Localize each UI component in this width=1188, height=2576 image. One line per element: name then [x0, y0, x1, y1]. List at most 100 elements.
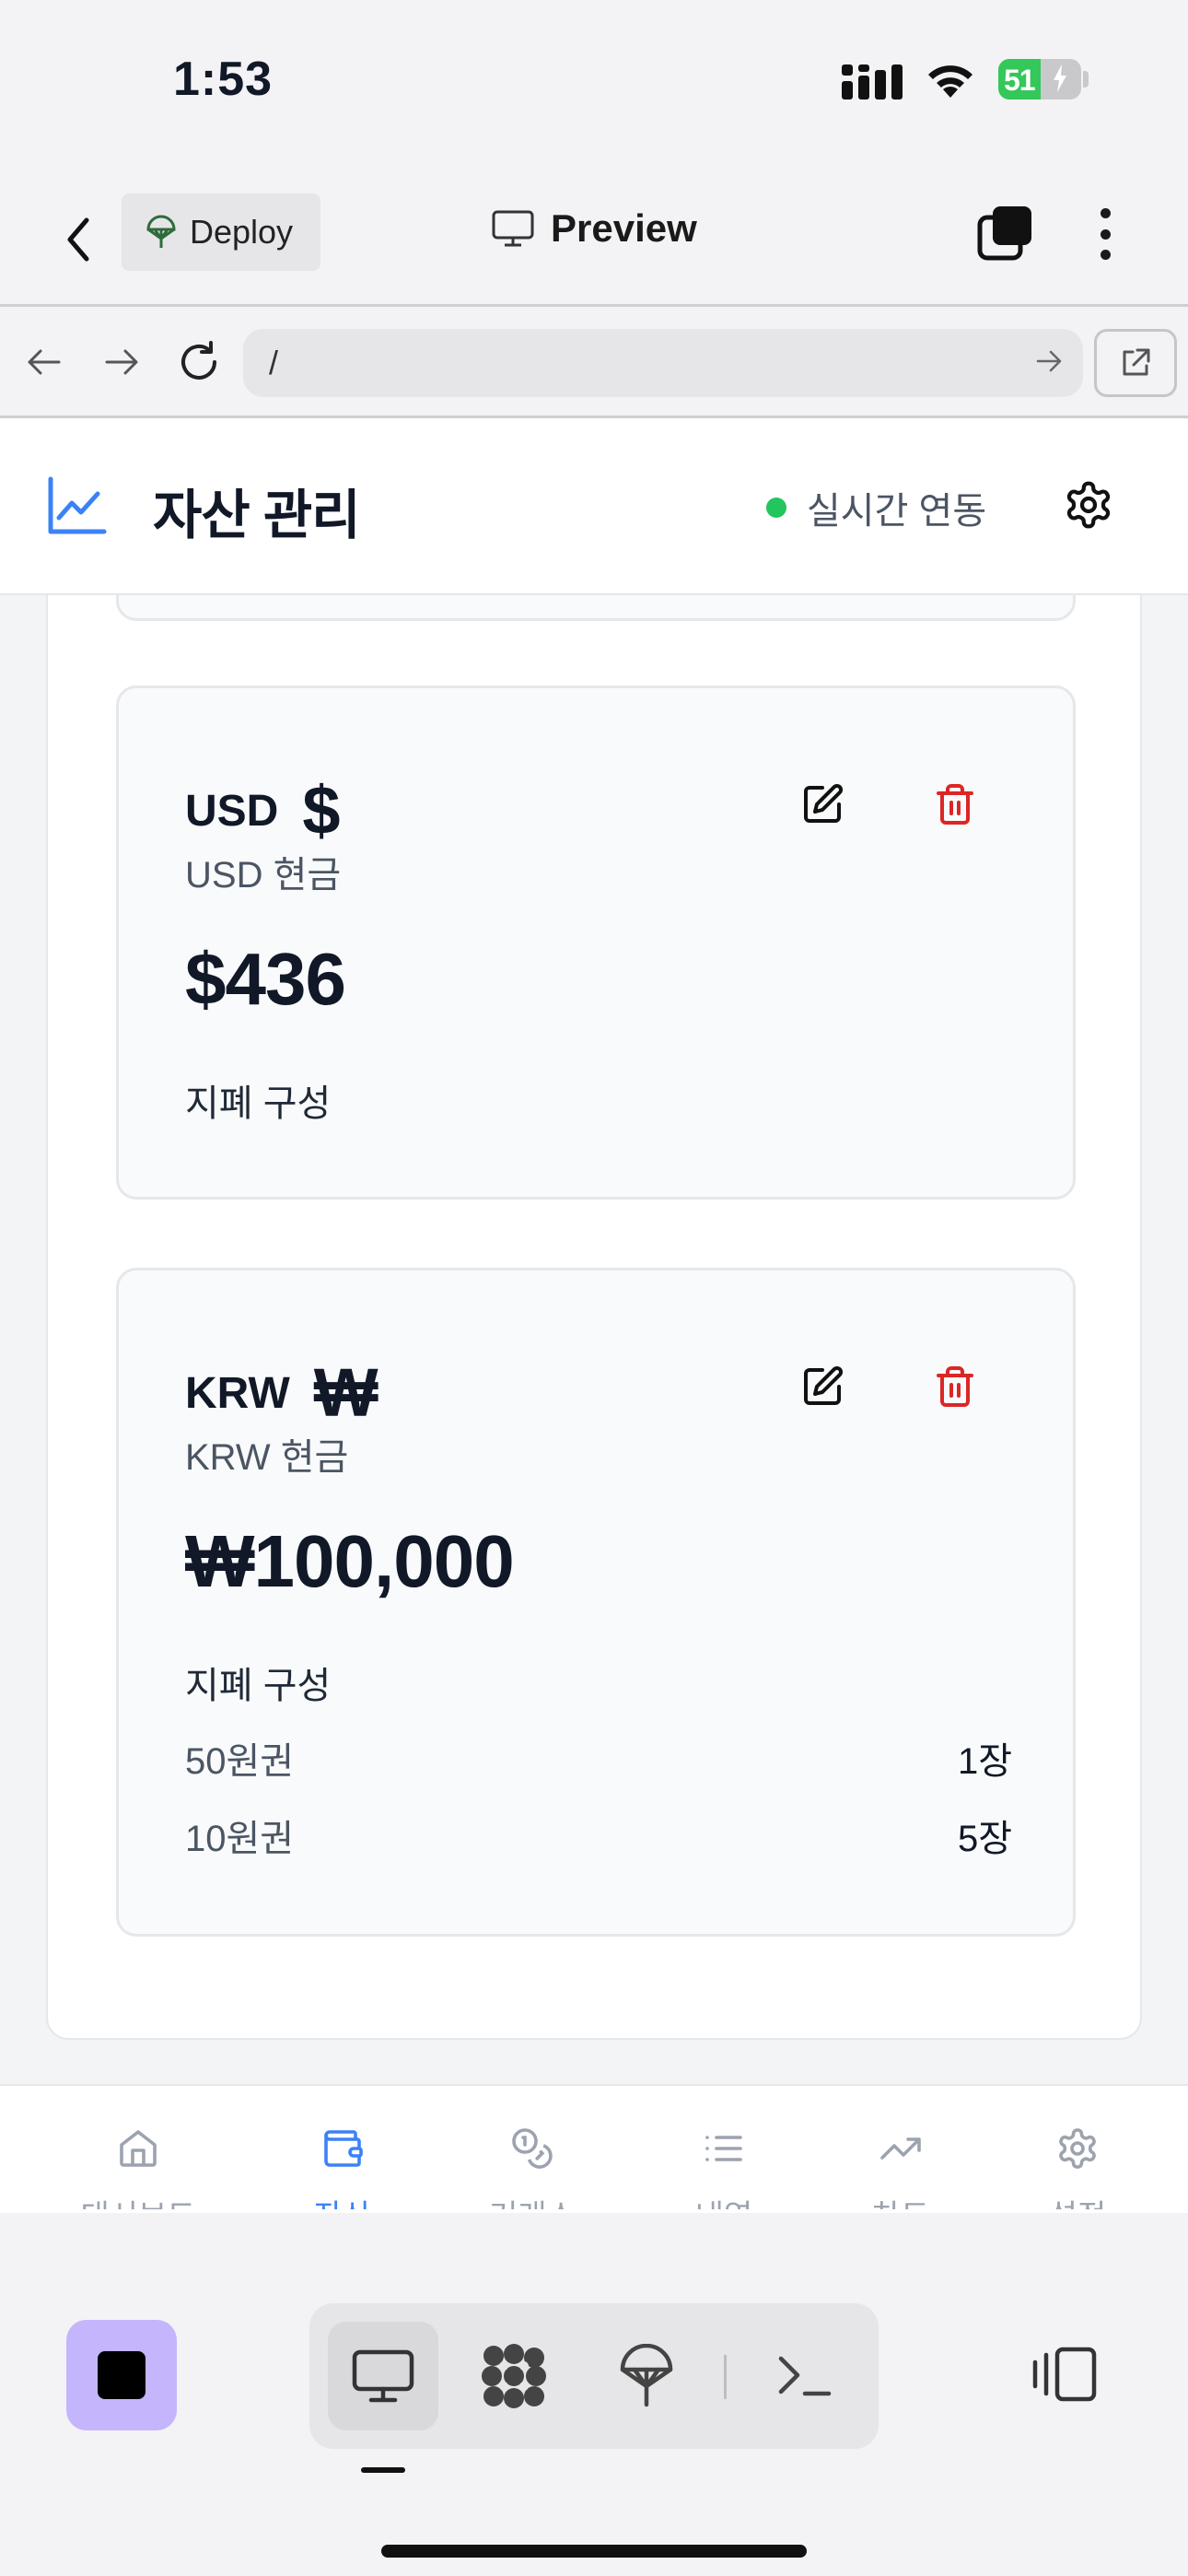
monitor-icon — [352, 2349, 414, 2403]
gear-icon — [1059, 2128, 1096, 2169]
nav-label: 대시보드 — [80, 2191, 195, 2209]
nav-item-exchange[interactable]: 거래소 — [477, 2126, 588, 2209]
nav-label: 설정 — [1049, 2191, 1107, 2209]
bill-composition-label: 지폐 구성 — [185, 1083, 332, 1124]
back-button[interactable] — [55, 214, 101, 265]
monitor-icon — [492, 210, 534, 247]
gear-icon — [1066, 481, 1111, 529]
sparkle-blob-icon — [482, 2344, 546, 2408]
currency-code: USD — [185, 786, 279, 836]
home-icon — [120, 2130, 157, 2167]
home-indicator — [381, 2545, 807, 2558]
status-time: 1:53 — [173, 53, 274, 106]
card-currency: KRW ₩ — [185, 1359, 379, 1427]
browser-back-button[interactable] — [17, 334, 72, 390]
status-bar: 1:53 51 — [0, 0, 1188, 166]
denomination-count: 5장 — [957, 1819, 1012, 1859]
nav-item-dashboard[interactable]: 대시보드 — [80, 2126, 196, 2209]
denomination-name: 10원권 — [185, 1819, 295, 1859]
more-dot-icon — [1100, 228, 1111, 240]
site-title: 자산 관리 — [153, 486, 361, 545]
delete-button[interactable] — [933, 782, 977, 826]
nav-item-assets[interactable]: 자산 — [287, 2126, 398, 2209]
delete-button[interactable] — [933, 1364, 977, 1409]
wifi-icon — [923, 59, 978, 100]
more-dot-icon — [1100, 208, 1111, 218]
chevron-left-icon — [67, 217, 89, 262]
assets-content: USD $ USD 현금 $436 지폐 구성 KRW ₩ KRW 현금 ₩10… — [0, 595, 1188, 2084]
reload-button[interactable] — [171, 334, 227, 390]
app-header: Deploy Preview — [0, 175, 1188, 304]
stop-icon — [98, 2351, 146, 2399]
trending-up-icon — [880, 2137, 921, 2160]
nav-label: 차트 — [872, 2191, 930, 2209]
coins-icon — [512, 2128, 553, 2169]
denomination-row: 50원권 1장 — [185, 1731, 1012, 1785]
more-dot-icon — [1100, 250, 1111, 260]
open-external-button[interactable] — [1094, 329, 1177, 397]
assets-panel: USD $ USD 현금 $436 지폐 구성 KRW ₩ KRW 현금 ₩10… — [46, 595, 1142, 2040]
arrow-left-icon — [28, 349, 61, 375]
settings-button[interactable] — [1063, 479, 1114, 531]
charging-bolt-icon — [1054, 64, 1066, 92]
edit-icon — [804, 783, 844, 823]
deploy-icon — [146, 215, 176, 248]
preview-label: Preview — [551, 206, 697, 250]
cellular-signal-icon — [842, 64, 910, 100]
list-icon — [705, 2136, 742, 2161]
tabs-button[interactable] — [976, 205, 1035, 263]
edit-button[interactable] — [800, 1364, 844, 1409]
wallet-icon — [324, 2130, 363, 2167]
nav-label: 내역 — [695, 2191, 753, 2209]
browser-forward-button[interactable] — [94, 334, 149, 390]
nav-item-chart[interactable]: 차트 — [845, 2126, 956, 2209]
arrow-right-icon — [105, 349, 138, 375]
bottom-dock — [0, 2259, 1188, 2576]
asset-card — [116, 595, 1076, 621]
url-input[interactable]: / — [243, 329, 1083, 397]
nav-label: 거래소 — [489, 2191, 576, 2209]
browser-bar: / — [0, 304, 1188, 418]
chart-line-logo-icon — [48, 476, 107, 534]
live-status: 실시간 연동 — [766, 481, 986, 534]
dock-terminal-button[interactable] — [750, 2322, 860, 2430]
reload-icon — [181, 341, 216, 380]
live-status-label: 실시간 연동 — [807, 491, 987, 532]
preview-title: Preview — [492, 206, 697, 251]
go-arrow-icon[interactable] — [1035, 347, 1063, 375]
deploy-button[interactable]: Deploy — [122, 193, 320, 271]
denomination-count: 1장 — [957, 1741, 1012, 1782]
currency-symbol: ₩ — [313, 1354, 379, 1431]
card-amount: $436 — [185, 938, 346, 1020]
card-subtitle: KRW 현금 — [185, 1437, 349, 1478]
tabs-icon — [977, 206, 1031, 261]
panel-toggle-button[interactable] — [1031, 2346, 1098, 2403]
deploy-icon — [620, 2344, 673, 2407]
deploy-label: Deploy — [190, 213, 294, 251]
nav-item-settings[interactable]: 설정 — [1022, 2126, 1133, 2209]
currency-symbol: $ — [302, 772, 341, 849]
asset-card-krw: KRW ₩ KRW 현금 ₩100,000 지폐 구성 50원권 1장 10원권… — [116, 1268, 1076, 1937]
card-amount: ₩100,000 — [185, 1520, 515, 1602]
edit-icon — [804, 1365, 844, 1405]
asset-card-usd: USD $ USD 현금 $436 지폐 구성 — [116, 685, 1076, 1200]
nav-item-history[interactable]: 내역 — [669, 2126, 779, 2209]
dock-toolbar — [309, 2303, 879, 2449]
terminal-icon — [778, 2356, 832, 2396]
more-menu-button[interactable] — [1087, 205, 1124, 263]
side-panel-icon — [1032, 2347, 1097, 2402]
dock-assistant-button[interactable] — [459, 2322, 569, 2430]
edit-button[interactable] — [800, 782, 844, 826]
active-dock-indicator — [361, 2467, 405, 2473]
battery-icon: 51 — [998, 59, 1081, 100]
site-header: 자산 관리 실시간 연동 — [0, 418, 1188, 595]
stop-button[interactable] — [66, 2320, 177, 2430]
url-text: / — [269, 344, 279, 381]
battery-tip — [1083, 71, 1089, 88]
trash-icon — [937, 784, 973, 825]
external-link-icon — [1123, 348, 1150, 376]
currency-code: KRW — [185, 1368, 290, 1418]
dock-deploy-button[interactable] — [591, 2322, 702, 2430]
dock-preview-button[interactable] — [328, 2322, 438, 2430]
denomination-name: 50원권 — [185, 1741, 295, 1782]
